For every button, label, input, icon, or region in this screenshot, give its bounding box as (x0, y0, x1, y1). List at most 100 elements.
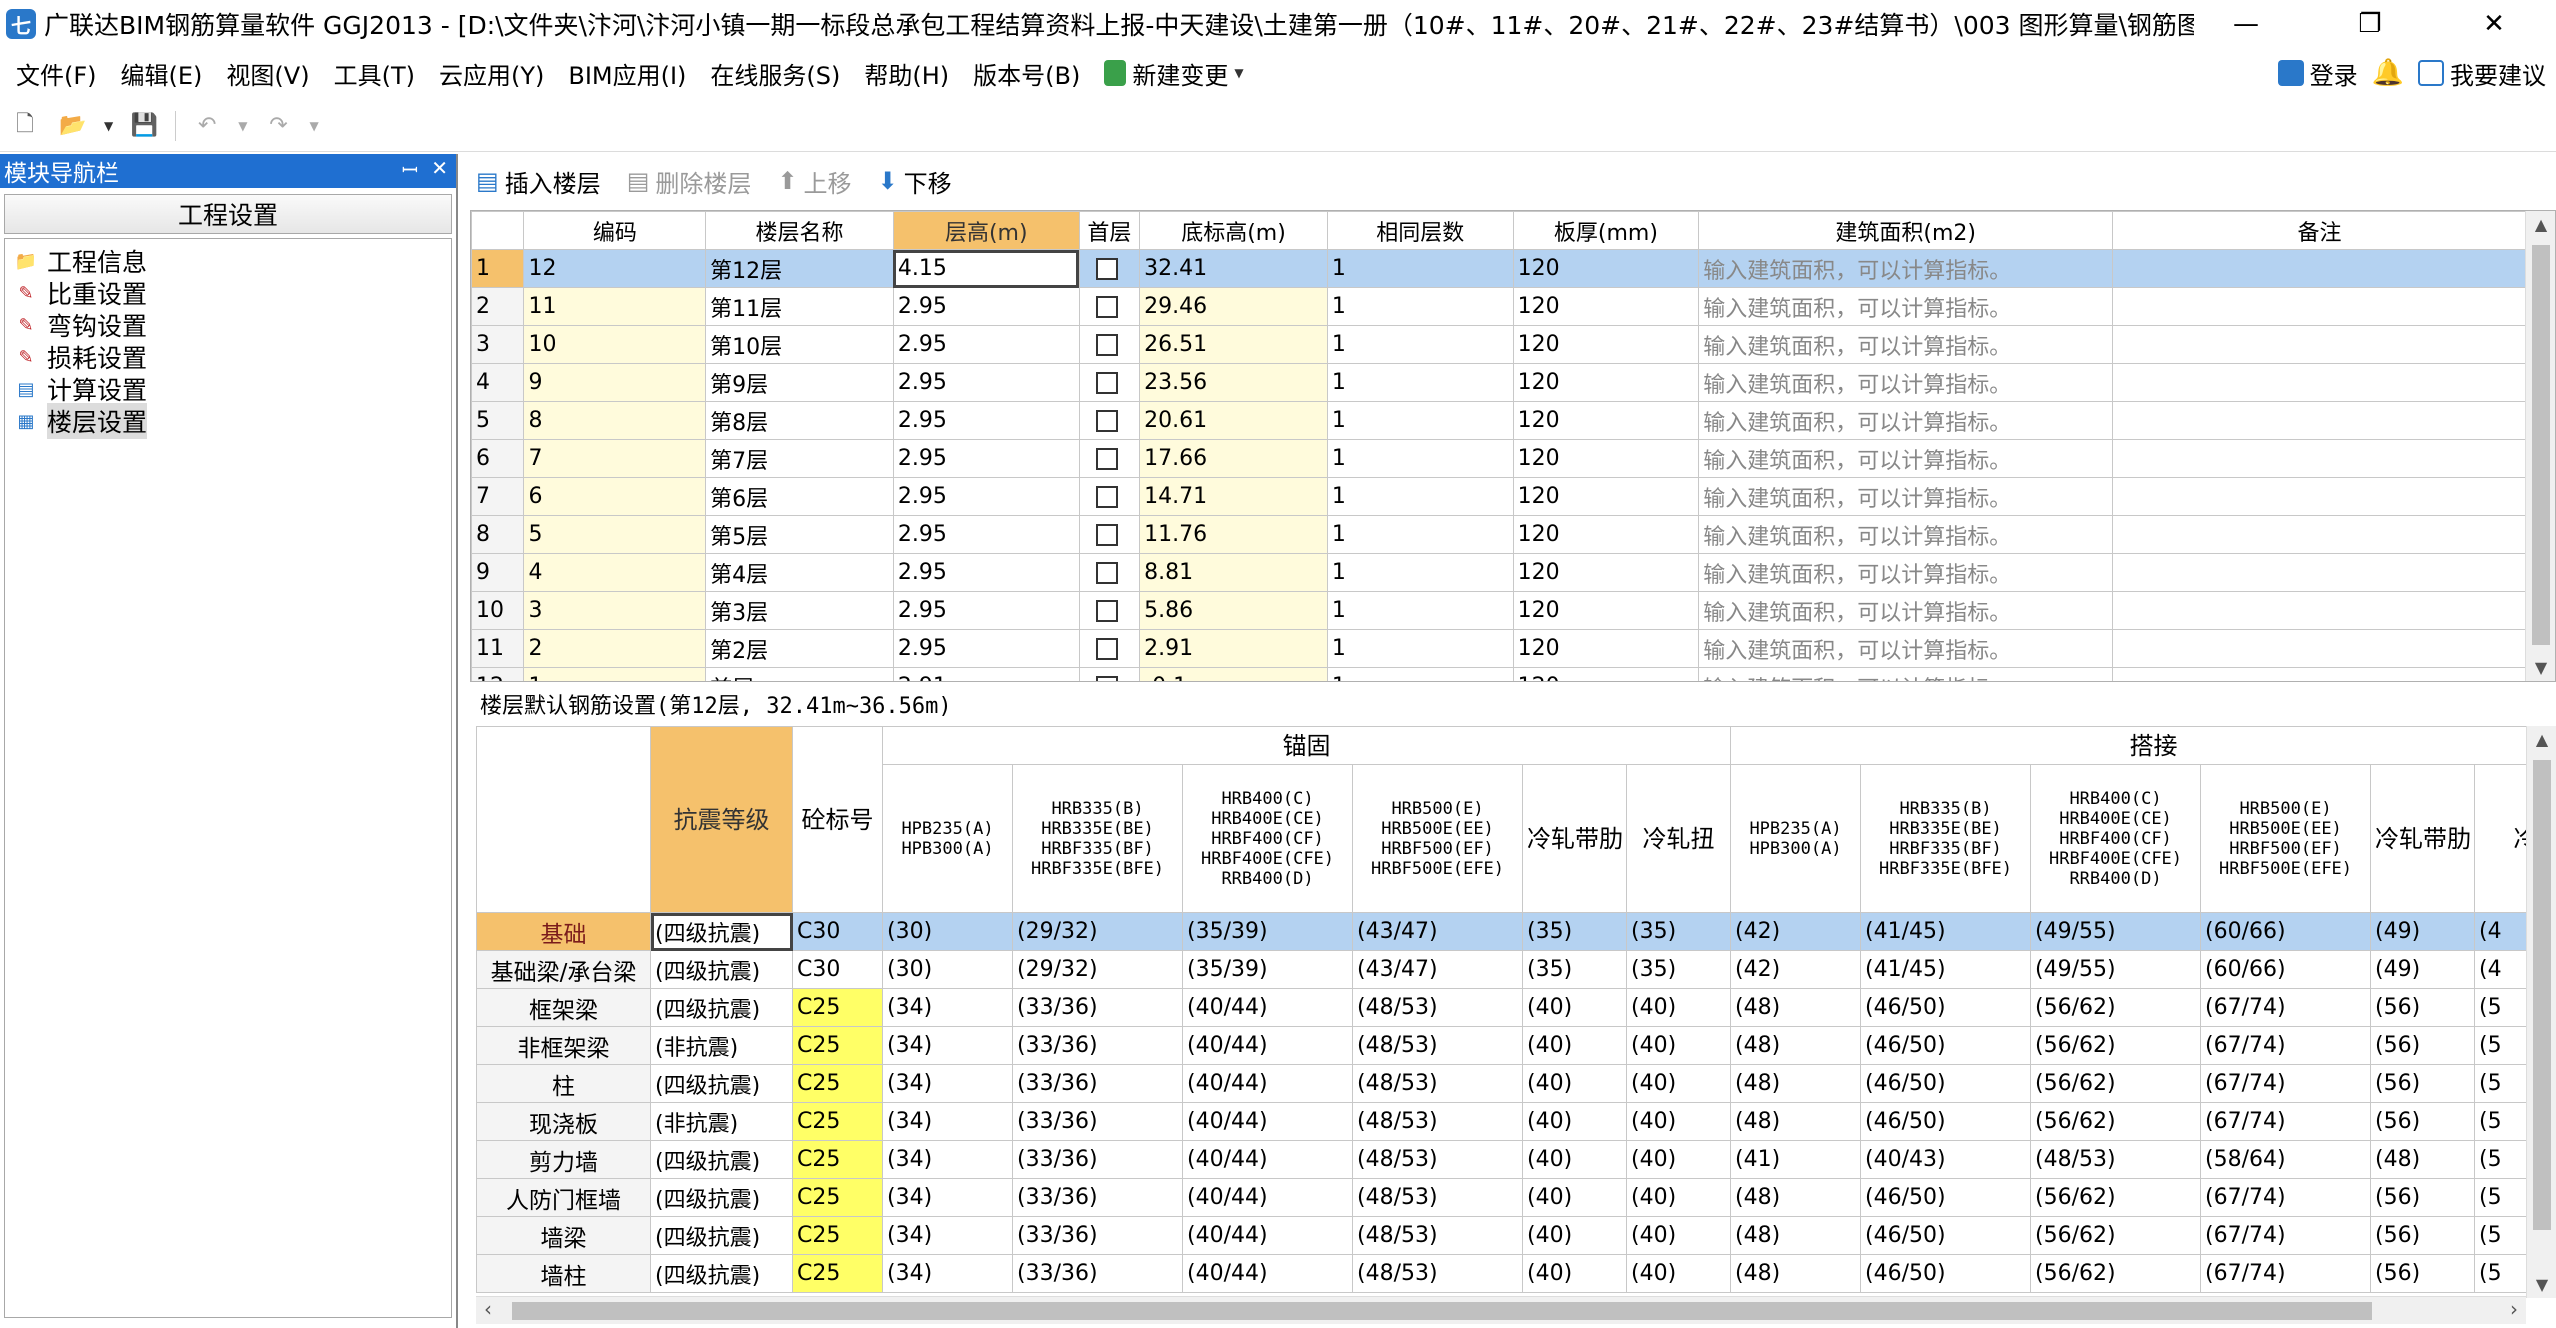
delete-floor-button[interactable]: ▤ 删除楼层 (627, 164, 752, 199)
cell-slab-thickness[interactable]: 120 (1512, 553, 1700, 592)
anchor-length-cell[interactable]: (40) (1522, 988, 1627, 1027)
anchor-length-cell[interactable]: (48/53) (1352, 1254, 1523, 1293)
lap-length-cell[interactable]: (56/62) (2030, 1102, 2201, 1141)
first-floor-checkbox[interactable] (1095, 562, 1118, 584)
cell-first-floor[interactable] (1078, 477, 1141, 516)
move-up-button[interactable]: ⬆ 上移 (777, 164, 851, 199)
cell-building-area[interactable]: 输入建筑面积，可以计算指标。 (1698, 629, 2114, 668)
anchor-length-cell[interactable]: (40/44) (1182, 1064, 1353, 1103)
cell-base-elevation[interactable]: -0.1 (1139, 667, 1328, 681)
scroll-up-icon[interactable]: ▲ (2527, 730, 2556, 749)
cell-building-area[interactable]: 输入建筑面积，可以计算指标。 (1698, 325, 2114, 364)
lap-length-cell[interactable]: (42) (1730, 912, 1861, 951)
cell-base-elevation[interactable]: 29.46 (1139, 287, 1328, 326)
cell-same-count[interactable]: 1 (1326, 553, 1514, 592)
scroll-down-icon[interactable]: ▼ (2527, 1275, 2556, 1294)
anchor-length-cell[interactable]: (33/36) (1012, 1216, 1183, 1255)
rebar-row[interactable]: 人防门框墙 (四级抗震) C25 (34) (33/36) (40/44) (48/53)(… (476, 1178, 2556, 1217)
lap-length-cell[interactable]: (56) (2370, 988, 2475, 1027)
nav-item-floors[interactable]: ▦ 楼层设置 (13, 403, 451, 439)
rebar-row[interactable]: 框架梁 (四级抗震) C25 (34) (33/36) (40/44) (48/53) (40… (476, 988, 2556, 1027)
lap-length-cell[interactable]: (49/55) (2030, 950, 2201, 989)
first-floor-checkbox[interactable] (1095, 258, 1118, 280)
concrete-grade-cell[interactable]: C25 (792, 1140, 883, 1179)
cell-code[interactable]: 6 (523, 477, 707, 516)
nav-item-calc[interactable]: ▤ 计算设置 (13, 373, 451, 405)
anchor-length-cell[interactable]: (48/53) (1352, 1064, 1523, 1103)
cell-same-count[interactable]: 1 (1326, 667, 1514, 681)
first-floor-checkbox[interactable] (1095, 334, 1118, 356)
cell-code[interactable]: 10 (523, 325, 707, 364)
anchor-length-cell[interactable]: (48/53) (1352, 1102, 1523, 1141)
concrete-grade-cell[interactable]: C25 (792, 988, 883, 1027)
seismic-grade-cell[interactable]: (四级抗震) (650, 912, 793, 951)
cell-base-elevation[interactable]: 8.81 (1139, 553, 1328, 592)
cell-first-floor[interactable] (1078, 401, 1141, 440)
cell-floor-name[interactable]: 第3层 (705, 591, 894, 630)
anchor-length-cell[interactable]: (40) (1522, 1102, 1627, 1141)
cell-floor-height[interactable]: 2.95 (892, 477, 1080, 516)
col-header-first-floor[interactable]: 首层 (1078, 211, 1141, 250)
cell-floor-name[interactable]: 第5层 (705, 515, 894, 554)
lap-length-cell[interactable]: (48) (1730, 1178, 1861, 1217)
cell-first-floor[interactable] (1078, 553, 1141, 592)
concrete-grade-cell[interactable]: C25 (792, 1178, 883, 1217)
lap-length-cell[interactable]: (41) (1730, 1140, 1861, 1179)
open-folder-icon[interactable]: 📂 (56, 109, 90, 143)
cell-code[interactable]: 11 (523, 287, 707, 326)
cell-floor-name[interactable]: 第8层 (705, 401, 894, 440)
anchor-length-cell[interactable]: (40) (1522, 1216, 1627, 1255)
cell-base-elevation[interactable]: 14.71 (1139, 477, 1328, 516)
anchor-length-cell[interactable]: (33/36) (1012, 1140, 1183, 1179)
anchor-length-cell[interactable]: (35/39) (1182, 950, 1353, 989)
cell-remarks[interactable] (2112, 629, 2527, 668)
cell-building-area[interactable]: 输入建筑面积，可以计算指标。 (1698, 591, 2114, 630)
bell-icon[interactable]: 🔔 (2372, 58, 2404, 88)
cell-first-floor[interactable] (1078, 439, 1141, 478)
anchor-length-cell[interactable]: (40/44) (1182, 1254, 1353, 1293)
new-file-icon[interactable]: 🗋 (8, 109, 42, 143)
menu-new-change[interactable]: 新建变更 ▼ (1088, 56, 1251, 91)
anchor-length-cell[interactable]: (35/39) (1182, 912, 1353, 951)
lap-length-cell[interactable]: (46/50) (1860, 1064, 2031, 1103)
anchor-length-cell[interactable]: (40) (1626, 1178, 1731, 1217)
redo-icon[interactable]: ↷ (261, 109, 295, 143)
anchor-length-cell[interactable]: (35) (1522, 912, 1627, 951)
col-header-floor-height[interactable]: 层高(m) (892, 211, 1080, 250)
cell-remarks[interactable] (2112, 515, 2527, 554)
anchor-length-cell[interactable]: (40) (1522, 1026, 1627, 1065)
cell-floor-height[interactable]: 4.15 (892, 249, 1080, 288)
anchor-length-cell[interactable]: (48/53) (1352, 1140, 1523, 1179)
cell-floor-height[interactable]: 2.95 (892, 629, 1080, 668)
anchor-length-cell[interactable]: (40) (1522, 1140, 1627, 1179)
lap-length-cell[interactable]: (56) (2370, 1254, 2475, 1293)
suggest-button[interactable]: 我要建议 (2418, 56, 2546, 91)
cell-slab-thickness[interactable]: 120 (1512, 515, 1700, 554)
cell-building-area[interactable]: 输入建筑面积，可以计算指标。 (1698, 439, 2114, 478)
cell-building-area[interactable]: 输入建筑面积，可以计算指标。 (1698, 667, 2114, 681)
lap-length-cell[interactable]: (48) (1730, 988, 1861, 1027)
lap-length-cell[interactable]: (60/66) (2200, 950, 2371, 989)
first-floor-checkbox[interactable] (1095, 448, 1118, 470)
seismic-grade-cell[interactable]: (四级抗震) (650, 1064, 793, 1103)
anchor-length-cell[interactable]: (34) (882, 1102, 1013, 1141)
anchor-length-cell[interactable]: (34) (882, 1026, 1013, 1065)
cell-floor-name[interactable]: 第2层 (705, 629, 894, 668)
anchor-length-cell[interactable]: (35) (1522, 950, 1627, 989)
lap-length-cell[interactable]: (56) (2370, 1064, 2475, 1103)
first-floor-checkbox[interactable] (1095, 296, 1118, 318)
cell-first-floor[interactable] (1078, 591, 1141, 630)
lap-length-cell[interactable]: (56/62) (2030, 1178, 2201, 1217)
rebar-row[interactable]: 基础梁/承台梁 (四级抗震) C30 (30) (29/32) (35/39) (43/47… (476, 950, 2556, 989)
cell-first-floor[interactable] (1078, 249, 1141, 288)
cell-building-area[interactable]: 输入建筑面积，可以计算指标。 (1698, 287, 2114, 326)
cell-slab-thickness[interactable]: 120 (1512, 477, 1700, 516)
concrete-grade-cell[interactable]: C25 (792, 1102, 883, 1141)
cell-first-floor[interactable] (1078, 629, 1141, 668)
first-floor-checkbox[interactable] (1095, 372, 1118, 394)
cell-building-area[interactable]: 输入建筑面积，可以计算指标。 (1698, 401, 2114, 440)
cell-floor-name[interactable]: 第9层 (705, 363, 894, 402)
nav-item-project-info[interactable]: 📁 工程信息 (13, 245, 451, 277)
cell-floor-height[interactable]: 2.95 (892, 439, 1080, 478)
anchor-length-cell[interactable]: (48/53) (1352, 1216, 1523, 1255)
